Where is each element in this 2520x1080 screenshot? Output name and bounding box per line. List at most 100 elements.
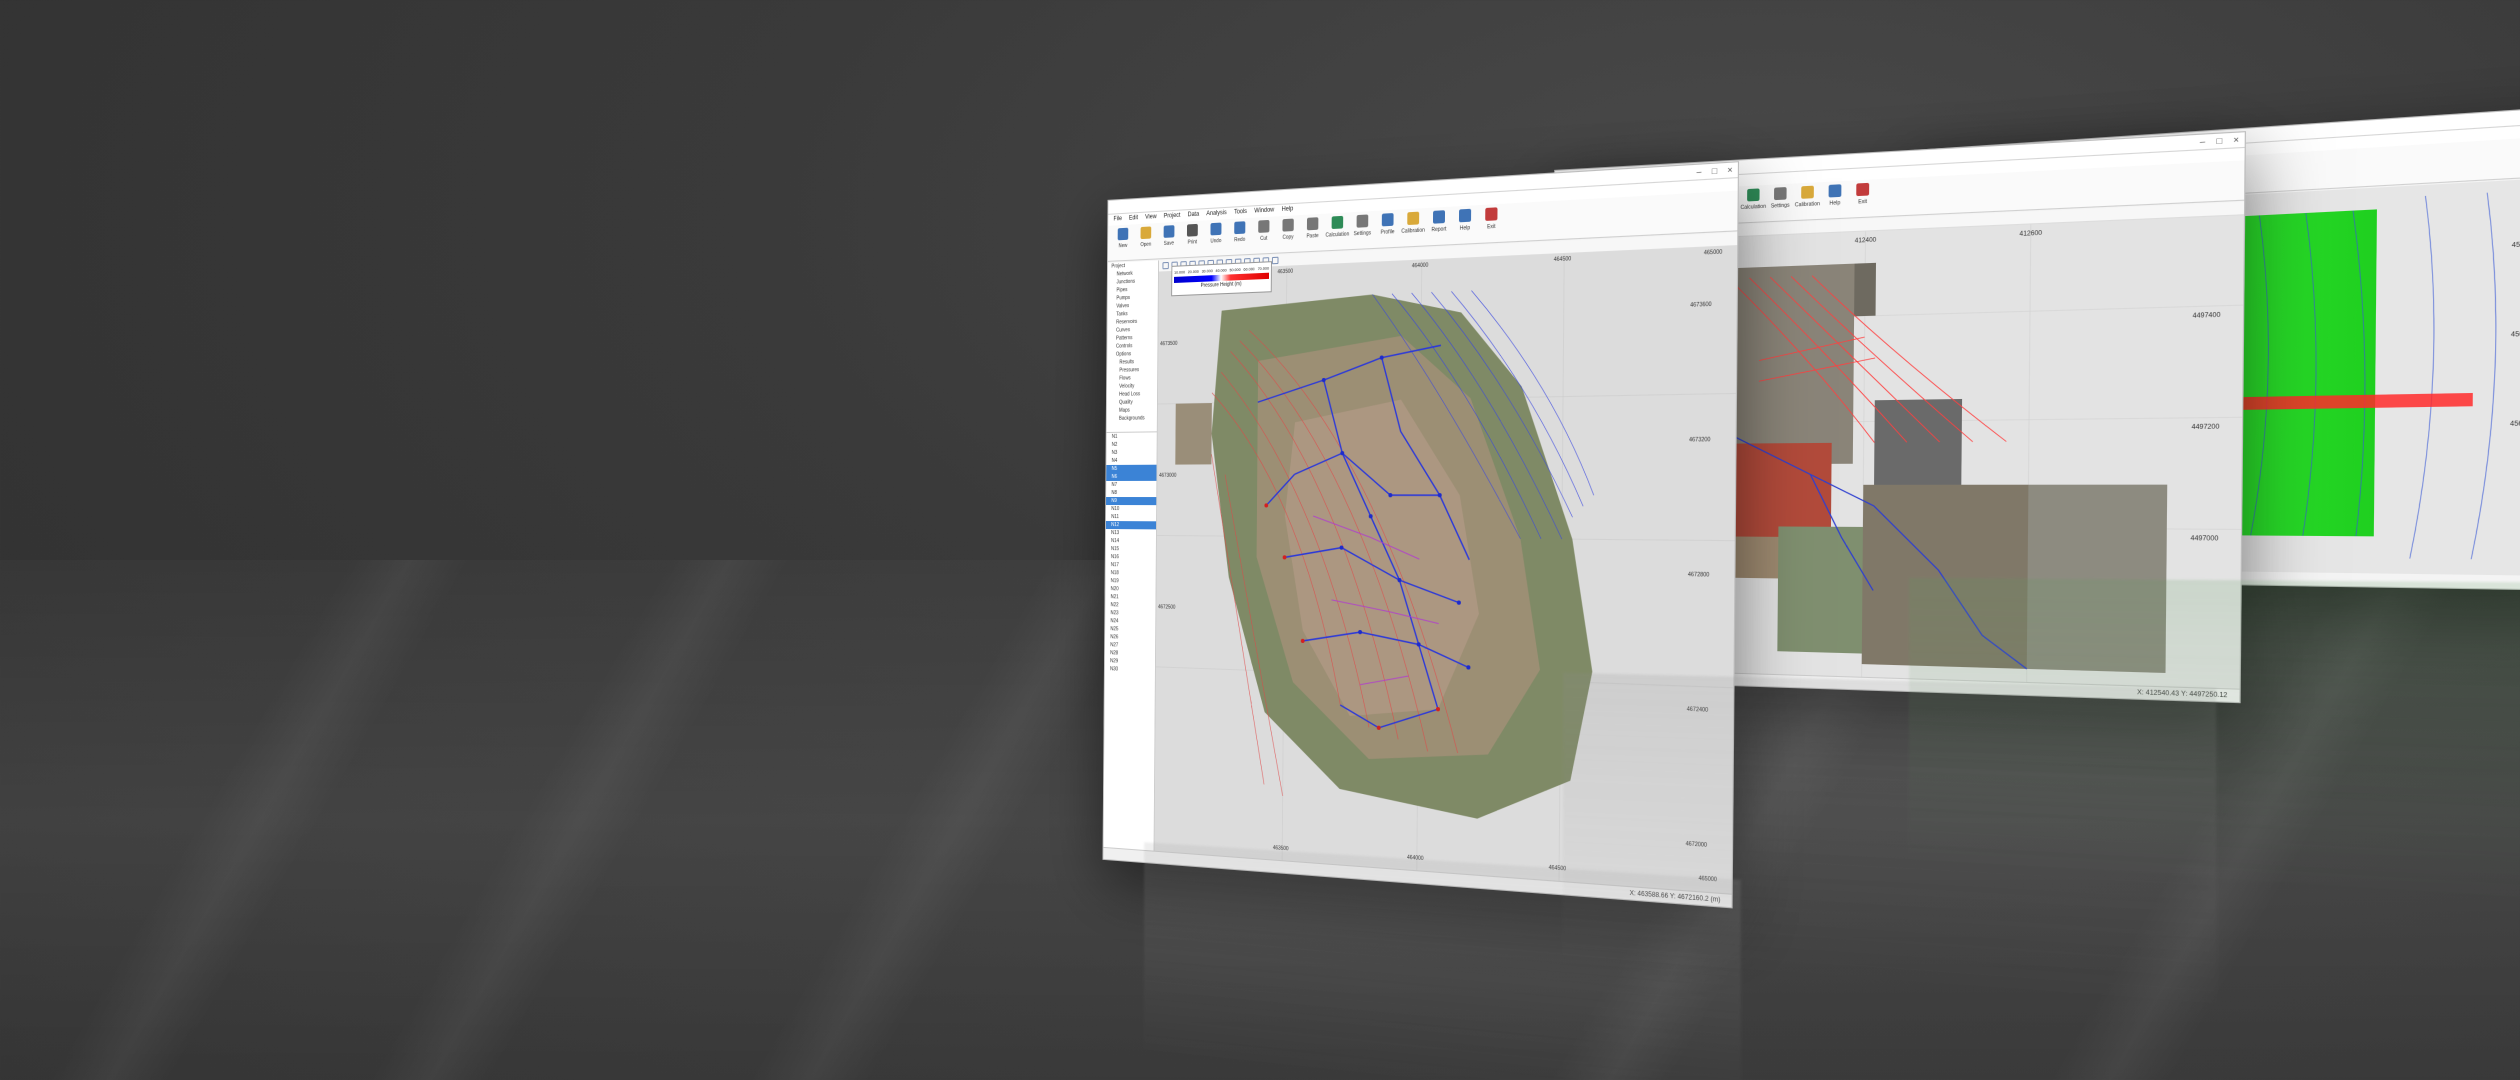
calibration-button[interactable]: Calibration (1402, 211, 1424, 242)
calibration-button[interactable]: Calibration (1796, 185, 1819, 215)
svg-text:4566000: 4566000 (2510, 421, 2520, 428)
svg-text:4567000: 4567000 (2512, 241, 2520, 249)
svg-text:4497000: 4497000 (2190, 536, 2218, 543)
list-item[interactable]: N9 (1106, 497, 1156, 505)
ribbon-label: Calibration (1795, 201, 1820, 208)
ribbon-label: Help (1460, 225, 1470, 232)
cut-button[interactable]: Cut (1253, 220, 1274, 250)
settings-button[interactable]: Settings (1769, 187, 1792, 217)
help-icon (1459, 209, 1471, 223)
list-item[interactable]: N6 (1106, 473, 1156, 481)
ribbon-label: Calculation (1325, 231, 1349, 239)
exit-icon (1485, 207, 1497, 221)
menu-window[interactable]: Window (1254, 205, 1274, 218)
undo-button[interactable]: Undo (1206, 222, 1226, 252)
paste-button[interactable]: Paste (1302, 217, 1323, 247)
minimize-icon[interactable]: – (1691, 164, 1707, 181)
calculation-icon (1747, 188, 1759, 201)
menu-view[interactable]: View (1145, 212, 1157, 224)
ribbon-label: Settings (1771, 203, 1790, 210)
redo-button[interactable]: Redo (1229, 221, 1249, 251)
print-icon (1187, 224, 1198, 237)
settings-button[interactable]: Settings (1352, 214, 1374, 245)
ribbon-label: Calibration (1401, 227, 1425, 235)
close-icon[interactable]: × (2228, 132, 2245, 148)
axis-top-label: 465000 (1704, 249, 1723, 257)
ribbon-label: Cut (1260, 236, 1267, 243)
maximize-icon[interactable]: □ (1707, 163, 1723, 180)
calibration-icon (1801, 186, 1814, 199)
ribbon-label: Print (1188, 239, 1197, 246)
legend-tick-label: 40.000 (1215, 267, 1226, 273)
maximize-icon[interactable]: □ (2211, 133, 2228, 150)
list-item[interactable]: N7 (1106, 481, 1156, 489)
save-button[interactable]: Save (1159, 225, 1179, 254)
legend-tick-label: 30.000 (1202, 268, 1213, 274)
menu-file[interactable]: File (1113, 214, 1122, 226)
profile-button[interactable]: Profile (1377, 213, 1399, 244)
help-button[interactable]: Help (1823, 184, 1847, 215)
calculation-button[interactable]: Calculation (1327, 216, 1348, 246)
calibration-icon (1407, 212, 1419, 225)
exit-icon (1856, 183, 1869, 196)
axis-right-label: 4672000 (1686, 841, 1707, 849)
ribbon-label: Copy (1283, 234, 1294, 241)
copy-icon (1282, 219, 1293, 232)
close-icon[interactable]: × (1722, 162, 1738, 178)
pressure-legend: 10.000 20.000 30.000 40.000 50.000 60.000 70.0… (1171, 261, 1272, 296)
scene: – □ × File Edit View Project Tools Help NewOp… (0, 0, 2520, 1080)
ribbon-label: Paste (1306, 233, 1318, 240)
axis-right-label: 4672400 (1687, 706, 1708, 714)
list-item[interactable]: N4 (1106, 457, 1156, 465)
list-item[interactable]: N10 (1106, 505, 1156, 513)
axis-right-label: 4672800 (1688, 572, 1709, 579)
tree-item[interactable]: Backgrounds (1107, 414, 1157, 423)
menu-edit[interactable]: Edit (1129, 213, 1138, 225)
map-view[interactable]: 10.000 20.000 30.000 40.000 50.000 60.000 70.0… (1154, 233, 1737, 894)
axis-left-label: 4672500 (1158, 604, 1175, 610)
svg-text:412400: 412400 (1855, 237, 1876, 244)
ribbon-label: Exit (1487, 224, 1496, 231)
app-window-main[interactable]: – □ × File Edit View Project Data Analysis Too… (1102, 161, 1739, 908)
calculation-button[interactable]: Calculation (1742, 188, 1765, 218)
menu-project[interactable]: Project (1164, 211, 1181, 223)
menu-data[interactable]: Data (1188, 210, 1200, 222)
axis-top-label: 464500 (1554, 256, 1572, 263)
axis-bottom-label: 464500 (1549, 865, 1566, 873)
list-item[interactable]: N8 (1106, 489, 1156, 497)
minimize-icon[interactable]: – (2194, 134, 2211, 151)
ribbon-label: Save (1164, 240, 1174, 247)
profile-icon (1382, 213, 1394, 226)
cut-icon (1258, 220, 1269, 233)
ribbon-label: Undo (1210, 238, 1221, 245)
help-button[interactable]: Help (1454, 208, 1476, 239)
network-map-canvas[interactable] (1154, 246, 1737, 894)
project-tree: Project Network Junctions Pipes Pumps Valves T… (1107, 260, 1158, 433)
zoom-in-icon[interactable] (1162, 262, 1168, 269)
open-button[interactable]: Open (1136, 226, 1156, 255)
project-tree-panel: Project Network Junctions Pipes Pumps Valves T… (1103, 260, 1159, 850)
exit-button[interactable]: Exit (1480, 207, 1503, 238)
print-button[interactable]: Print (1182, 224, 1202, 254)
legend-tick-label: 50.000 (1229, 267, 1240, 273)
axis-bottom-label: 464000 (1407, 855, 1424, 863)
list-item[interactable]: N30 (1105, 665, 1155, 675)
menu-tools[interactable]: Tools (1234, 207, 1247, 219)
copy-button[interactable]: Copy (1278, 218, 1299, 248)
list-item[interactable]: N5 (1106, 465, 1156, 473)
menu-help[interactable]: Help (1282, 204, 1294, 216)
new-button[interactable]: New (1113, 227, 1133, 256)
svg-text:4566500: 4566500 (2511, 331, 2520, 339)
ribbon-label: Calculation (1740, 204, 1766, 211)
menu-analysis[interactable]: Analysis (1206, 208, 1226, 220)
settings-icon (1774, 187, 1787, 200)
layers-icon[interactable] (1272, 257, 1279, 265)
help-icon (1829, 184, 1842, 197)
legend-tick-label: 20.000 (1188, 269, 1199, 275)
ribbon-label: Settings (1354, 230, 1372, 237)
ribbon-label: Report (1431, 226, 1446, 233)
exit-button[interactable]: Exit (1851, 183, 1875, 214)
ribbon-label: Profile (1381, 229, 1395, 236)
report-button[interactable]: Report (1428, 210, 1450, 241)
redo-icon (1234, 221, 1245, 234)
